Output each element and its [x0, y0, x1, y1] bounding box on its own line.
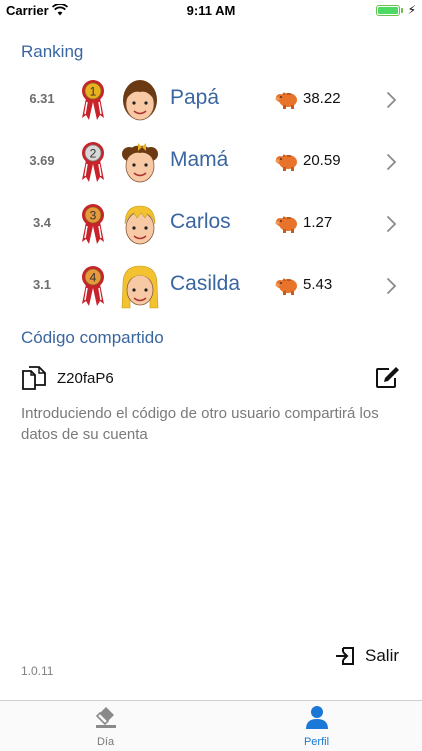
medal-number: 4	[90, 271, 97, 285]
copy-icon[interactable]	[21, 365, 47, 391]
shared-code-title: Código compartido	[21, 328, 164, 347]
status-bar: Carrier 9:11 AM ⚡	[0, 0, 422, 22]
medal-icon: 3	[82, 204, 104, 244]
member-amount: 38.22	[303, 90, 341, 107]
medal-icon: 1	[82, 80, 104, 120]
tab-perfil[interactable]: Perfil	[211, 701, 422, 751]
member-amount: 20.59	[303, 152, 341, 169]
ranking-row-4[interactable]: 3.1 4 Casilda 5.43	[0, 258, 422, 314]
member-name: Carlos	[170, 210, 231, 233]
app-version: 1.0.11	[21, 664, 54, 678]
ranking-row-1[interactable]: 6.31 1 Papá 38.22	[0, 72, 422, 128]
chevron-right-icon	[386, 91, 397, 109]
piggy-bank-icon	[275, 92, 297, 109]
battery-icon	[376, 5, 400, 16]
member-amount: 1.27	[303, 214, 333, 231]
chevron-right-icon	[386, 277, 397, 295]
piggy-bank-icon	[275, 154, 297, 171]
shared-code-help-text: Introduciendo el código de otro usuario …	[21, 405, 379, 443]
boy-avatar	[124, 205, 156, 245]
chevron-right-icon	[386, 215, 397, 233]
charging-icon: ⚡	[407, 3, 416, 17]
medal-icon: 4	[82, 266, 104, 306]
tab-label: Día	[96, 736, 115, 748]
medal-number: 2	[90, 147, 97, 161]
logout-label: Salir	[365, 646, 400, 665]
mom-avatar	[122, 143, 158, 183]
battery-tip	[401, 8, 403, 13]
member-name: Mamá	[170, 148, 229, 171]
chevron-right-icon	[386, 153, 397, 171]
member-score: 6.31	[29, 91, 55, 106]
ranking-title: Ranking	[21, 42, 84, 61]
girl-avatar	[121, 265, 159, 309]
medal-icon: 2	[82, 142, 104, 182]
ranking-row-2[interactable]: 3.69 2 Mamá 20.59	[0, 134, 422, 190]
member-amount: 5.43	[303, 276, 333, 293]
member-score: 3.4	[32, 215, 52, 230]
piggy-bank-icon	[275, 216, 297, 233]
ranking-row-3[interactable]: 3.4 3 Carlos 1.27	[0, 196, 422, 252]
tab-label: Perfil	[303, 736, 330, 748]
edit-icon[interactable]	[375, 365, 402, 389]
member-name: Papá	[170, 86, 220, 109]
piggy-bank-icon	[275, 278, 297, 295]
tab-dia[interactable]: Día	[0, 701, 211, 751]
logout-icon	[336, 647, 354, 665]
member-score: 3.69	[29, 153, 55, 168]
eraser-icon	[95, 707, 116, 728]
member-name: Casilda	[170, 272, 241, 295]
member-score: 3.1	[32, 277, 52, 292]
shared-code-row: Z20faP6	[0, 362, 422, 392]
medal-number: 3	[90, 209, 97, 223]
clock: 9:11 AM	[186, 3, 236, 18]
tab-bar: Día Perfil	[0, 700, 422, 751]
person-icon	[306, 706, 328, 729]
shared-code-value: Z20faP6	[57, 370, 114, 387]
dad-avatar	[123, 80, 157, 121]
medal-number: 1	[90, 85, 97, 99]
